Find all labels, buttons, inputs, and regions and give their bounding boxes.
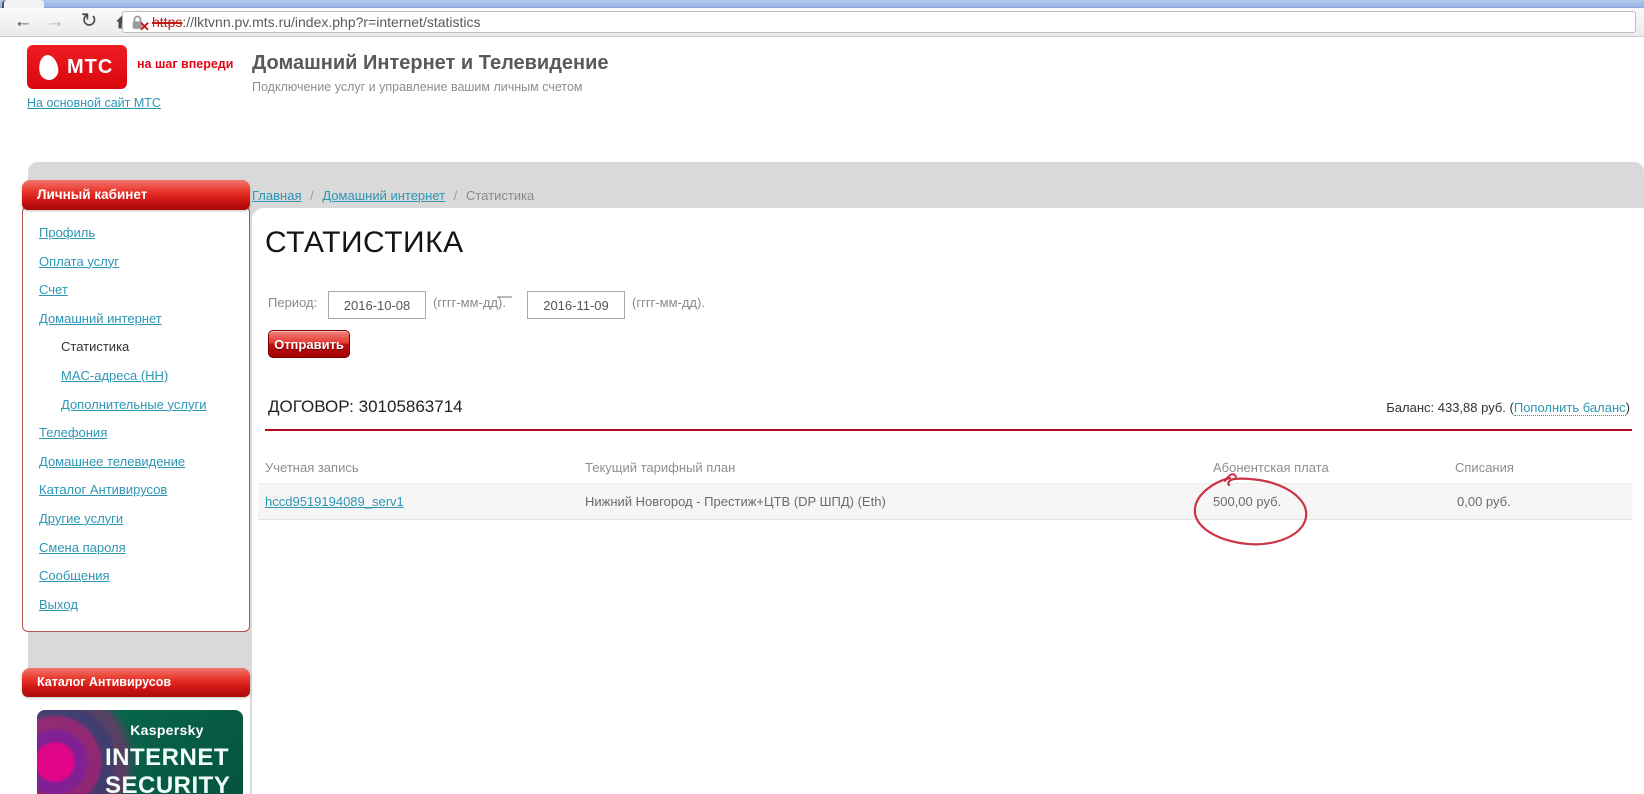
sidebar-item-payment[interactable]: Оплата услуг [39, 254, 249, 269]
sidebar-item-change-password[interactable]: Смена пароля [39, 540, 249, 555]
page: ← → ↻ ✕ https://lktvnn.pv.mts.ru/index.p… [0, 0, 1644, 794]
table-row [258, 483, 1632, 520]
sidebar-item-antivirus-catalog[interactable]: Каталог Антивирусов [39, 482, 249, 497]
broken-https-lock-icon[interactable]: ✕ [131, 15, 150, 33]
col-header-fee: Абонентская плата [1213, 460, 1329, 475]
browser-active-tab[interactable] [2, 0, 44, 8]
contract-divider [265, 429, 1632, 431]
sidebar-menu: Профиль Оплата услуг Счет Домашний интер… [22, 206, 250, 632]
date-format-hint-to: (гггг-мм-дд). [632, 295, 705, 310]
period-dash: — [497, 288, 512, 305]
breadcrumb: Главная / Домашний интернет / Статистика [252, 188, 534, 203]
sidebar-item-additional-services[interactable]: Дополнительные услуги [39, 397, 249, 412]
url-scheme-struck: https [152, 14, 183, 30]
account-link[interactable]: hccd9519194089_serv1 [265, 494, 404, 509]
fee-cell: 500,00 руб. [1213, 494, 1282, 509]
col-header-account: Учетная запись [265, 460, 359, 475]
breadcrumb-home-link[interactable]: Главная [252, 188, 301, 203]
kaspersky-banner[interactable]: Kaspersky INTERNET SECURITY [37, 710, 243, 794]
mts-slogan: на шаг впереди [137, 57, 234, 71]
sidebar-item-profile[interactable]: Профиль [39, 225, 249, 240]
breadcrumb-current: Статистика [465, 188, 535, 203]
sidebar-item-home-internet[interactable]: Домашний интернет [39, 311, 249, 326]
date-format-hint-from: (гггг-мм-дд). [433, 295, 506, 310]
balance-paren: ) [1625, 400, 1630, 415]
kaspersky-line2: SECURITY [105, 772, 231, 794]
kaspersky-line1: INTERNET [105, 744, 229, 771]
period-to-input[interactable] [527, 291, 625, 319]
plan-cell: Нижний Новгород - Престиж+ЦТВ (DP ШПД) (… [585, 494, 886, 509]
site-subtitle: Подключение услуг и управление вашим лич… [252, 80, 583, 94]
sidebar-item-other-services[interactable]: Другие услуги [39, 511, 249, 526]
period-label: Период: [268, 295, 318, 310]
breadcrumb-separator: / [310, 188, 314, 203]
sidebar-item-telephony[interactable]: Телефония [39, 425, 249, 440]
sidebar-item-logout[interactable]: Выход [39, 597, 249, 612]
mts-egg-icon [37, 53, 60, 81]
mts-logo[interactable]: МТС [27, 45, 127, 89]
antivirus-box-title: Каталог Антивирусов [22, 668, 250, 697]
balance-line: Баланс: 433,88 руб. (Пополнить баланс) [1386, 400, 1630, 416]
main-site-link[interactable]: На основной сайт МТС [27, 96, 161, 110]
browser-tabstrip [0, 0, 1644, 8]
sidebar-item-messages[interactable]: Сообщения [39, 568, 249, 583]
sidebar-item-account[interactable]: Счет [39, 282, 249, 297]
contract-number: ДОГОВОР: 30105863714 [268, 397, 463, 416]
site-title: Домашний Интернет и Телевидение [252, 52, 609, 74]
back-icon[interactable]: ← [8, 8, 38, 36]
sidebar-item-statistics-current: Статистика [61, 339, 130, 355]
submit-button[interactable]: Отправить [268, 330, 350, 358]
charges-cell: 0,00 руб. [1457, 494, 1511, 509]
sidebar-title: Личный кабинет [22, 180, 250, 210]
period-from-input[interactable] [328, 291, 426, 319]
url-text: https://lktvnn.pv.mts.ru/index.php?r=int… [152, 14, 481, 30]
topup-balance-link[interactable]: Пополнить баланс [1513, 400, 1626, 416]
page-title: СТАТИСТИКА [265, 226, 464, 259]
browser-toolbar: ← → ↻ ✕ https://lktvnn.pv.mts.ru/index.p… [0, 8, 1644, 37]
balance-text: Баланс: 433,88 руб. ( [1386, 400, 1514, 415]
mts-logo-text: МТС [67, 55, 114, 78]
col-header-plan: Текущий тарифный план [585, 460, 736, 475]
breadcrumb-separator: / [453, 188, 458, 203]
reload-icon[interactable]: ↻ [74, 8, 104, 36]
col-header-charges: Списания [1455, 460, 1514, 475]
address-bar[interactable]: ✕ https://lktvnn.pv.mts.ru/index.php?r=i… [122, 11, 1636, 33]
sidebar-item-home-tv[interactable]: Домашнее телевидение [39, 454, 249, 469]
breadcrumb-internet-link[interactable]: Домашний интернет [322, 188, 445, 203]
antivirus-box-body: Kaspersky INTERNET SECURITY [22, 692, 250, 794]
forward-icon[interactable]: → [40, 8, 70, 36]
kaspersky-brand: Kaspersky [130, 722, 204, 738]
url-rest: ://lktvnn.pv.mts.ru/index.php?r=internet… [182, 14, 481, 30]
sidebar-item-mac-addresses[interactable]: MAC-адреса (НН) [39, 368, 249, 383]
